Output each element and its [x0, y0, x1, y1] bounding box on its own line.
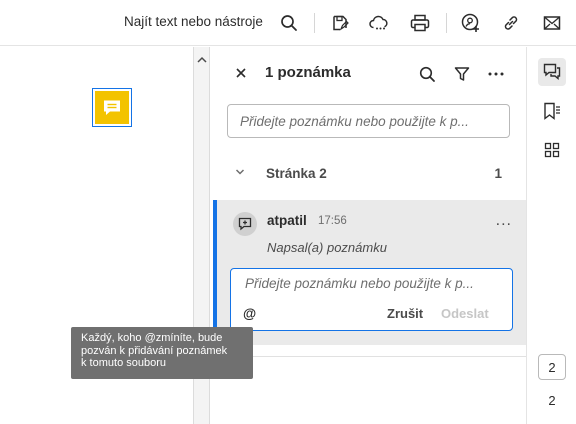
comment-time: 17:56 — [318, 215, 347, 227]
comment-text: Napsal(a) poznámku — [267, 240, 387, 255]
reply-box: Přidejte poznámku nebo použijte k p... @… — [230, 268, 513, 331]
tooltip-line: k tomuto souboru — [81, 357, 166, 369]
add-comment-input[interactable]: Přidejte poznámku nebo použijte k p... — [227, 104, 510, 138]
tooltip-line: Každý, koho @zmíníte, bude — [81, 332, 223, 344]
tooltip-line: pozván k přidávání poznámek — [81, 344, 228, 357]
right-rail: 2 2 — [526, 47, 576, 424]
scroll-up-icon[interactable] — [194, 53, 209, 65]
more-icon[interactable] — [483, 61, 509, 87]
filter-icon[interactable] — [449, 61, 475, 87]
page-group-count: 1 — [494, 166, 502, 181]
top-toolbar: Najít text nebo nástroje — [0, 0, 576, 46]
search-icon[interactable] — [414, 61, 440, 87]
chevron-down-icon — [235, 167, 245, 177]
page-group-header[interactable]: Stránka 2 1 — [211, 159, 526, 189]
current-page-input[interactable]: 2 — [538, 354, 566, 380]
comment-author: atpatil — [267, 213, 307, 228]
comment-type-icon — [233, 212, 257, 236]
mention-button[interactable]: @ — [243, 306, 256, 321]
bookmark-list-icon[interactable] — [538, 97, 566, 125]
total-pages: 2 — [548, 393, 556, 408]
grid-icon[interactable] — [538, 136, 566, 164]
send-button[interactable]: Odeslat — [441, 306, 489, 321]
panel-divider — [211, 356, 526, 357]
comment-icon[interactable] — [538, 58, 566, 86]
toolbar-divider — [446, 13, 447, 33]
mail-icon[interactable] — [537, 8, 567, 38]
toolbar-divider — [314, 13, 315, 33]
find-text-label[interactable]: Najít text nebo nástroje — [124, 14, 263, 29]
cloud-icon[interactable] — [364, 8, 394, 38]
save-icon[interactable] — [325, 8, 355, 38]
share-user-icon[interactable] — [456, 8, 486, 38]
close-icon[interactable] — [231, 63, 251, 83]
comments-panel: 1 poznámka Přidejte poznámku nebo použij… — [211, 47, 526, 424]
comment-card[interactable]: atpatil 17:56 ... Napsal(a) poznámku Při… — [213, 200, 526, 345]
reply-input[interactable]: Přidejte poznámku nebo použijte k p... — [245, 276, 501, 291]
print-icon[interactable] — [405, 8, 435, 38]
panel-title: 1 poznámka — [265, 64, 351, 81]
link-icon[interactable] — [496, 8, 526, 38]
page-group-label: Stránka 2 — [266, 166, 327, 181]
comment-more-button[interactable]: ... — [496, 212, 512, 230]
sticky-note-marker[interactable] — [92, 88, 132, 127]
sticky-note-icon — [95, 91, 129, 124]
mention-tooltip: Každý, koho @zmíníte, bude pozván k přid… — [71, 327, 253, 379]
cancel-button[interactable]: Zrušit — [387, 306, 423, 321]
search-icon[interactable] — [274, 8, 304, 38]
